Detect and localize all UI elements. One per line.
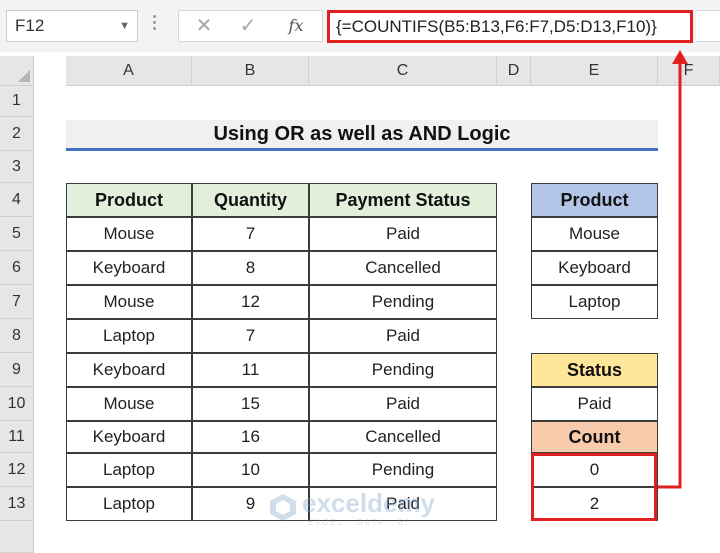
count-result-cell[interactable]: 0 [531, 453, 658, 487]
watermark-brand: exceldemy [302, 488, 435, 518]
formula-bar: F12 ▼ ✕ ✓ fx {=COUNTIFS(B5:B13,F6:F7,D5:… [0, 0, 720, 52]
row-header-9[interactable]: 9 [0, 353, 34, 387]
column-header-f[interactable]: F [658, 56, 720, 86]
table-cell[interactable]: Paid [309, 217, 497, 251]
table-cell[interactable]: Keyboard [66, 251, 192, 285]
table-cell[interactable]: 8 [192, 251, 309, 285]
column-header-c[interactable]: C [309, 56, 497, 86]
name-box[interactable]: F12 ▼ [6, 10, 138, 42]
table-cell[interactable]: 12 [192, 285, 309, 319]
table-cell[interactable]: Mouse [66, 285, 192, 319]
table-header-cell[interactable]: Quantity [192, 183, 309, 217]
table-cell[interactable]: Keyboard [66, 421, 192, 453]
row-header-10[interactable]: 10 [0, 387, 34, 421]
row-header-11[interactable]: 11 [0, 421, 34, 453]
select-all-button[interactable] [0, 56, 34, 86]
table-cell[interactable]: 10 [192, 453, 309, 487]
table-cell[interactable]: Laptop [66, 487, 192, 521]
table-cell[interactable]: Paid [309, 387, 497, 421]
table-header-cell[interactable]: Product [66, 183, 192, 217]
product-criteria-cell[interactable]: Laptop [531, 285, 658, 319]
product-criteria-header[interactable]: Product [531, 183, 658, 217]
status-criteria-header[interactable]: Status [531, 353, 658, 387]
insert-function-icon[interactable]: fx [279, 11, 313, 41]
row-header-6[interactable]: 6 [0, 251, 34, 285]
row-header-4[interactable]: 4 [0, 183, 34, 217]
product-criteria-cell[interactable]: Mouse [531, 217, 658, 251]
table-cell[interactable]: Cancelled [309, 251, 497, 285]
cancel-icon[interactable]: ✕ [187, 11, 221, 41]
table-cell[interactable]: 7 [192, 217, 309, 251]
row-header-2[interactable]: 2 [0, 117, 34, 151]
row-header-7[interactable]: 7 [0, 285, 34, 319]
watermark: exceldemy EXCEL · DATA · BI [268, 488, 458, 532]
column-header-d[interactable]: D [497, 56, 531, 86]
table-cell[interactable]: Pending [309, 353, 497, 387]
row-header-13[interactable]: 13 [0, 487, 34, 521]
column-header-e[interactable]: E [531, 56, 658, 86]
column-header-b[interactable]: B [192, 56, 309, 86]
name-box-value: F12 [15, 16, 45, 35]
row-header-5[interactable]: 5 [0, 217, 34, 251]
row-header-3[interactable]: 3 [0, 151, 34, 183]
table-cell[interactable]: Pending [309, 285, 497, 319]
column-header-a[interactable]: A [66, 56, 192, 86]
formula-bar-expand[interactable] [696, 10, 720, 42]
enter-icon[interactable]: ✓ [231, 11, 265, 41]
product-criteria-cell[interactable]: Keyboard [531, 251, 658, 285]
table-cell[interactable]: 16 [192, 421, 309, 453]
row-header-12[interactable]: 12 [0, 453, 34, 487]
table-cell[interactable]: Laptop [66, 453, 192, 487]
chevron-down-icon[interactable]: ▼ [119, 11, 130, 41]
count-header[interactable]: Count [531, 421, 658, 453]
drag-handle-icon[interactable] [152, 12, 158, 40]
table-cell[interactable]: 15 [192, 387, 309, 421]
table-cell[interactable]: Mouse [66, 217, 192, 251]
formula-input[interactable]: {=COUNTIFS(B5:B13,F6:F7,D5:D13,F10)} [327, 10, 693, 43]
exceldemy-logo-icon [270, 494, 296, 521]
row-header-8[interactable]: 8 [0, 319, 34, 353]
table-cell[interactable]: Laptop [66, 319, 192, 353]
table-cell[interactable]: Paid [309, 319, 497, 353]
table-cell[interactable]: Cancelled [309, 421, 497, 453]
row-header-extra[interactable] [0, 521, 34, 553]
table-cell[interactable]: 11 [192, 353, 309, 387]
table-cell[interactable]: Keyboard [66, 353, 192, 387]
table-cell[interactable]: Mouse [66, 387, 192, 421]
watermark-tagline: EXCEL · DATA · BI [308, 518, 410, 527]
formula-buttons: ✕ ✓ fx [178, 10, 323, 42]
table-cell[interactable]: Pending [309, 453, 497, 487]
sheet-title: Using OR as well as AND Logic [213, 123, 511, 145]
count-result-cell[interactable]: 2 [531, 487, 658, 521]
table-cell[interactable]: 7 [192, 319, 309, 353]
status-criteria-cell[interactable]: Paid [531, 387, 658, 421]
row-header-1[interactable]: 1 [0, 86, 34, 117]
title-cell[interactable]: Using OR as well as AND Logic [66, 120, 658, 151]
table-header-cell[interactable]: Payment Status [309, 183, 497, 217]
